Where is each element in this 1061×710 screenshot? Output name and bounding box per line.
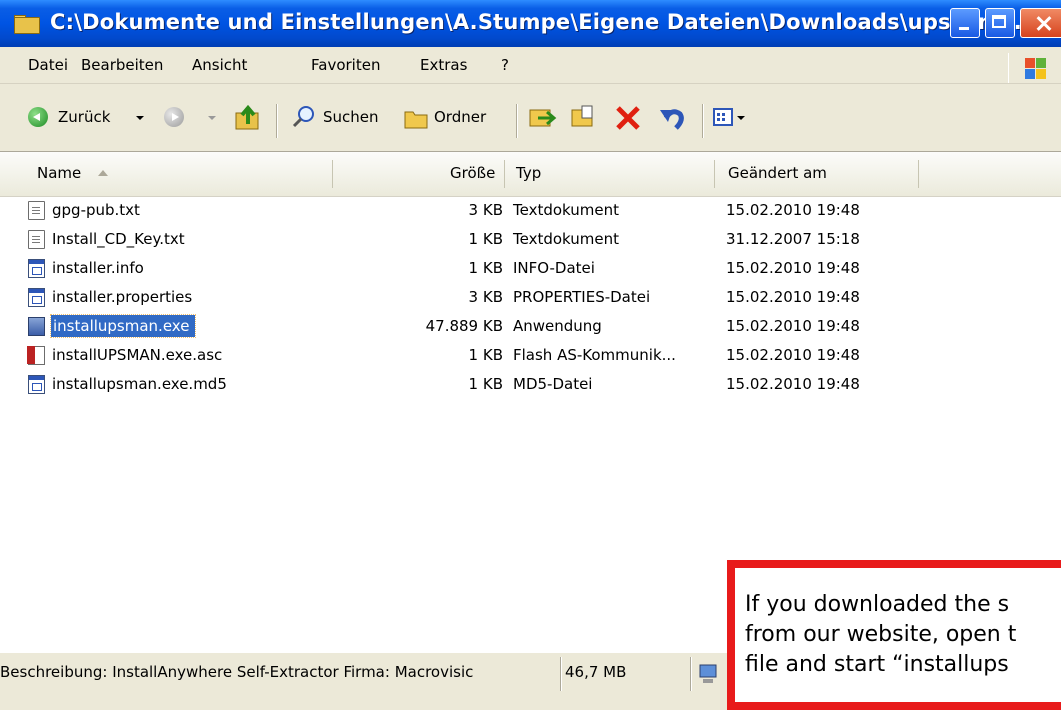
file-modified: 15.02.2010 19:48 xyxy=(726,201,860,219)
file-modified: 15.02.2010 19:48 xyxy=(726,346,860,364)
file-type: MD5-Datei xyxy=(513,375,593,393)
views-icon xyxy=(713,108,733,126)
toolbar-separator xyxy=(516,104,518,138)
folders-icon xyxy=(404,111,428,129)
file-size: 3 KB xyxy=(468,288,503,306)
file-type: INFO-Datei xyxy=(513,259,595,277)
file-type: Textdokument xyxy=(513,201,619,219)
file-type: Flash AS-Kommunik... xyxy=(513,346,676,364)
flash-file-icon xyxy=(27,346,45,365)
file-modified: 15.02.2010 19:48 xyxy=(726,317,860,335)
status-divider xyxy=(690,657,692,691)
status-divider xyxy=(560,657,562,691)
computer-zone-icon xyxy=(699,664,717,683)
sort-ascending-icon xyxy=(98,170,108,176)
text-file-icon xyxy=(28,201,45,220)
chevron-down-icon[interactable] xyxy=(208,116,216,120)
column-header: Name Größe Typ Geändert am xyxy=(0,152,1061,197)
file-name: gpg-pub.txt xyxy=(52,201,140,219)
toolbar-separator xyxy=(702,104,704,138)
annotation-line: file and start “installups xyxy=(745,652,1009,677)
file-row[interactable]: installupsman.exe.md5 1 KB MD5-Datei 15.… xyxy=(0,370,1061,399)
file-name: installer.info xyxy=(52,259,144,277)
column-divider[interactable] xyxy=(918,160,919,188)
annotation-callout: If you downloaded the s from our website… xyxy=(727,560,1061,710)
application-icon xyxy=(28,317,45,336)
forward-arrow-icon xyxy=(164,107,184,127)
file-row[interactable]: installer.info 1 KB INFO-Datei 15.02.201… xyxy=(0,254,1061,283)
move-to-icon[interactable] xyxy=(528,104,558,132)
chevron-down-icon[interactable] xyxy=(136,116,144,120)
file-modified: 15.02.2010 19:48 xyxy=(726,375,860,393)
annotation-line: If you downloaded the s xyxy=(745,592,1010,617)
file-name: installupsman.exe.md5 xyxy=(52,375,227,393)
column-divider[interactable] xyxy=(332,160,333,188)
copy-to-icon[interactable] xyxy=(570,104,600,132)
maximize-button[interactable] xyxy=(985,8,1015,38)
toolbar-separator xyxy=(276,104,278,138)
file-row-selected[interactable]: installupsman.exe 47.889 KB Anwendung 15… xyxy=(0,312,1061,341)
folders-label: Ordner xyxy=(434,108,487,126)
file-name: installUPSMAN.exe.asc xyxy=(52,346,223,364)
column-modified[interactable]: Geändert am xyxy=(728,164,827,182)
back-arrow-icon xyxy=(28,107,48,127)
back-label: Zurück xyxy=(58,108,111,126)
toolbar: Zurück Suchen Ordner xyxy=(0,84,1061,152)
file-size: 1 KB xyxy=(468,375,503,393)
file-type: Textdokument xyxy=(513,230,619,248)
windows-logo-icon xyxy=(1008,53,1061,83)
file-row[interactable]: Install_CD_Key.txt 1 KB Textdokument 31.… xyxy=(0,225,1061,254)
menu-bar: Datei Bearbeiten Ansicht Favoriten Extra… xyxy=(0,47,1061,84)
generic-file-icon xyxy=(28,375,45,394)
menu-favoriten[interactable]: Favoriten xyxy=(311,56,380,74)
file-size: 1 KB xyxy=(468,346,503,364)
generic-file-icon xyxy=(28,259,45,278)
column-type[interactable]: Typ xyxy=(516,164,541,182)
close-button[interactable] xyxy=(1020,8,1061,38)
file-name: Install_CD_Key.txt xyxy=(52,230,185,248)
column-size[interactable]: Größe xyxy=(450,164,495,182)
title-bar[interactable]: C:\Dokumente und Einstellungen\A.Stumpe\… xyxy=(0,0,1061,47)
column-divider[interactable] xyxy=(504,160,505,188)
column-divider[interactable] xyxy=(714,160,715,188)
folder-up-icon[interactable] xyxy=(234,104,262,132)
status-size: 46,7 MB xyxy=(565,663,627,681)
menu-datei[interactable]: Datei xyxy=(28,56,68,74)
file-size: 47.889 KB xyxy=(425,317,503,335)
menu-help[interactable]: ? xyxy=(501,56,509,74)
file-modified: 15.02.2010 19:48 xyxy=(726,288,860,306)
menu-ansicht[interactable]: Ansicht xyxy=(192,56,247,74)
menu-bearbeiten[interactable]: Bearbeiten xyxy=(81,56,163,74)
file-size: 3 KB xyxy=(468,201,503,219)
minimize-button[interactable] xyxy=(950,8,980,38)
chevron-down-icon xyxy=(737,116,745,120)
file-row[interactable]: installUPSMAN.exe.asc 1 KB Flash AS-Komm… xyxy=(0,341,1061,370)
file-size: 1 KB xyxy=(468,259,503,277)
file-name: installer.properties xyxy=(52,288,193,306)
menu-extras[interactable]: Extras xyxy=(420,56,467,74)
search-icon xyxy=(292,106,314,128)
text-file-icon xyxy=(28,230,45,249)
window-title: C:\Dokumente und Einstellungen\A.Stumpe\… xyxy=(50,10,1031,34)
status-description: Beschreibung: InstallAnywhere Self-Extra… xyxy=(0,663,474,681)
file-type: Anwendung xyxy=(513,317,602,335)
delete-icon[interactable] xyxy=(614,104,642,132)
folder-icon xyxy=(14,15,40,34)
file-row[interactable]: installer.properties 3 KB PROPERTIES-Dat… xyxy=(0,283,1061,312)
column-name[interactable]: Name xyxy=(37,164,81,182)
search-label: Suchen xyxy=(323,108,379,126)
undo-icon[interactable] xyxy=(658,104,686,132)
file-row[interactable]: gpg-pub.txt 3 KB Textdokument 15.02.2010… xyxy=(0,196,1061,225)
file-modified: 15.02.2010 19:48 xyxy=(726,259,860,277)
generic-file-icon xyxy=(28,288,45,307)
annotation-line: from our website, open t xyxy=(745,622,1017,647)
file-size: 1 KB xyxy=(468,230,503,248)
file-name: installupsman.exe xyxy=(49,314,197,338)
file-modified: 31.12.2007 15:18 xyxy=(726,230,860,248)
file-type: PROPERTIES-Datei xyxy=(513,288,651,306)
